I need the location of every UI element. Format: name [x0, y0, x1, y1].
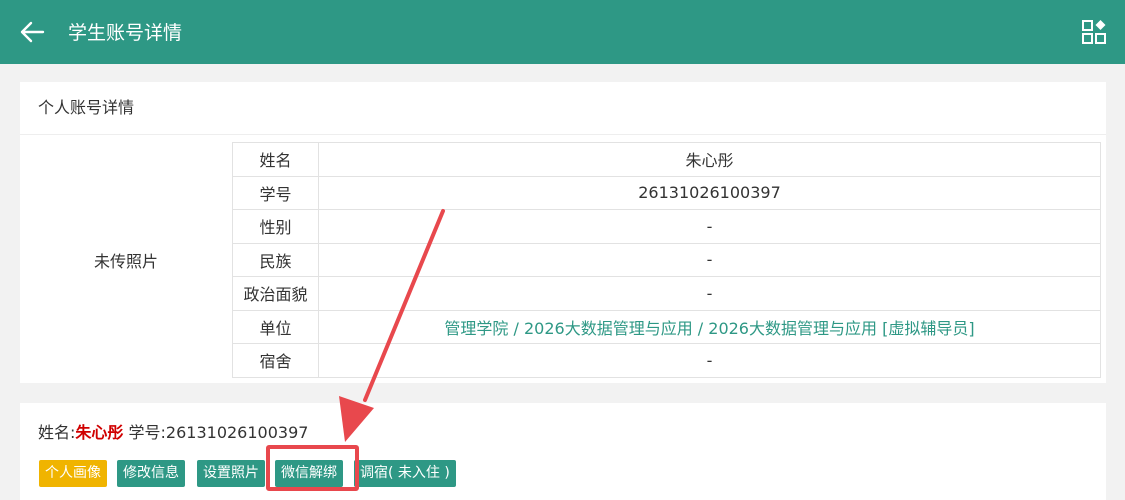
set-photo-button[interactable]: 设置照片: [197, 460, 265, 487]
student-summary: 姓名:朱心彤 学号:26131026100397: [38, 419, 308, 443]
row-label-student-id: 学号: [232, 175, 319, 210]
apps-grid-icon: [1082, 20, 1106, 44]
row-label-political-status: 政治面貌: [232, 276, 319, 311]
edit-info-button[interactable]: 修改信息: [117, 460, 185, 487]
name-label: 姓名:: [38, 423, 76, 442]
arrow-left-icon: [20, 21, 45, 43]
row-label-unit: 单位: [232, 309, 319, 344]
photo-placeholder: 未传照片: [93, 252, 158, 271]
student-actions-card: 姓名:朱心彤 学号:26131026100397 个人画像 修改信息 设置照片 …: [20, 403, 1106, 500]
row-value-political-status: -: [318, 276, 1101, 311]
dorm-change-button[interactable]: 调宿( 未入住 ): [354, 460, 456, 487]
apps-button[interactable]: [1081, 19, 1107, 45]
row-value-gender: -: [318, 209, 1101, 244]
table-row: 性别 -: [232, 209, 1101, 244]
row-value-student-id: 26131026100397: [318, 175, 1101, 210]
table-row: 政治面貌 -: [232, 276, 1101, 311]
row-label-name: 姓名: [232, 142, 319, 177]
wechat-unbind-button[interactable]: 微信解绑: [275, 460, 343, 487]
row-label-ethnicity: 民族: [232, 242, 319, 277]
account-detail-card: 个人账号详情 未传照片 姓名 朱心彤 学号 26131026100397 性别 …: [20, 82, 1106, 383]
unit-link[interactable]: 管理学院 / 2026大数据管理与应用 / 2026大数据管理与应用 [虚拟辅导…: [318, 309, 1101, 344]
table-row: 宿舍 -: [232, 343, 1101, 378]
row-value-ethnicity: -: [318, 242, 1101, 277]
card-title: 个人账号详情: [20, 82, 1106, 135]
row-label-dorm: 宿舍: [232, 343, 319, 378]
table-row: 姓名 朱心彤: [232, 142, 1101, 177]
student-id: 26131026100397: [165, 423, 309, 442]
row-label-gender: 性别: [232, 209, 319, 244]
info-table: 姓名 朱心彤 学号 26131026100397 性别 - 民族 - 政治面貌 …: [232, 142, 1101, 378]
table-row: 民族 -: [232, 242, 1101, 277]
table-row: 学号 26131026100397: [232, 175, 1101, 210]
row-value-dorm: -: [318, 343, 1101, 378]
top-bar: 学生账号详情: [0, 0, 1125, 64]
back-button[interactable]: [18, 18, 46, 46]
page-title: 学生账号详情: [68, 22, 183, 44]
row-value-name: 朱心彤: [318, 142, 1101, 177]
id-label: 学号:: [128, 423, 166, 442]
table-row: 单位 管理学院 / 2026大数据管理与应用 / 2026大数据管理与应用 [虚…: [232, 309, 1101, 344]
student-name: 朱心彤: [75, 423, 124, 442]
portrait-button[interactable]: 个人画像: [39, 460, 107, 487]
